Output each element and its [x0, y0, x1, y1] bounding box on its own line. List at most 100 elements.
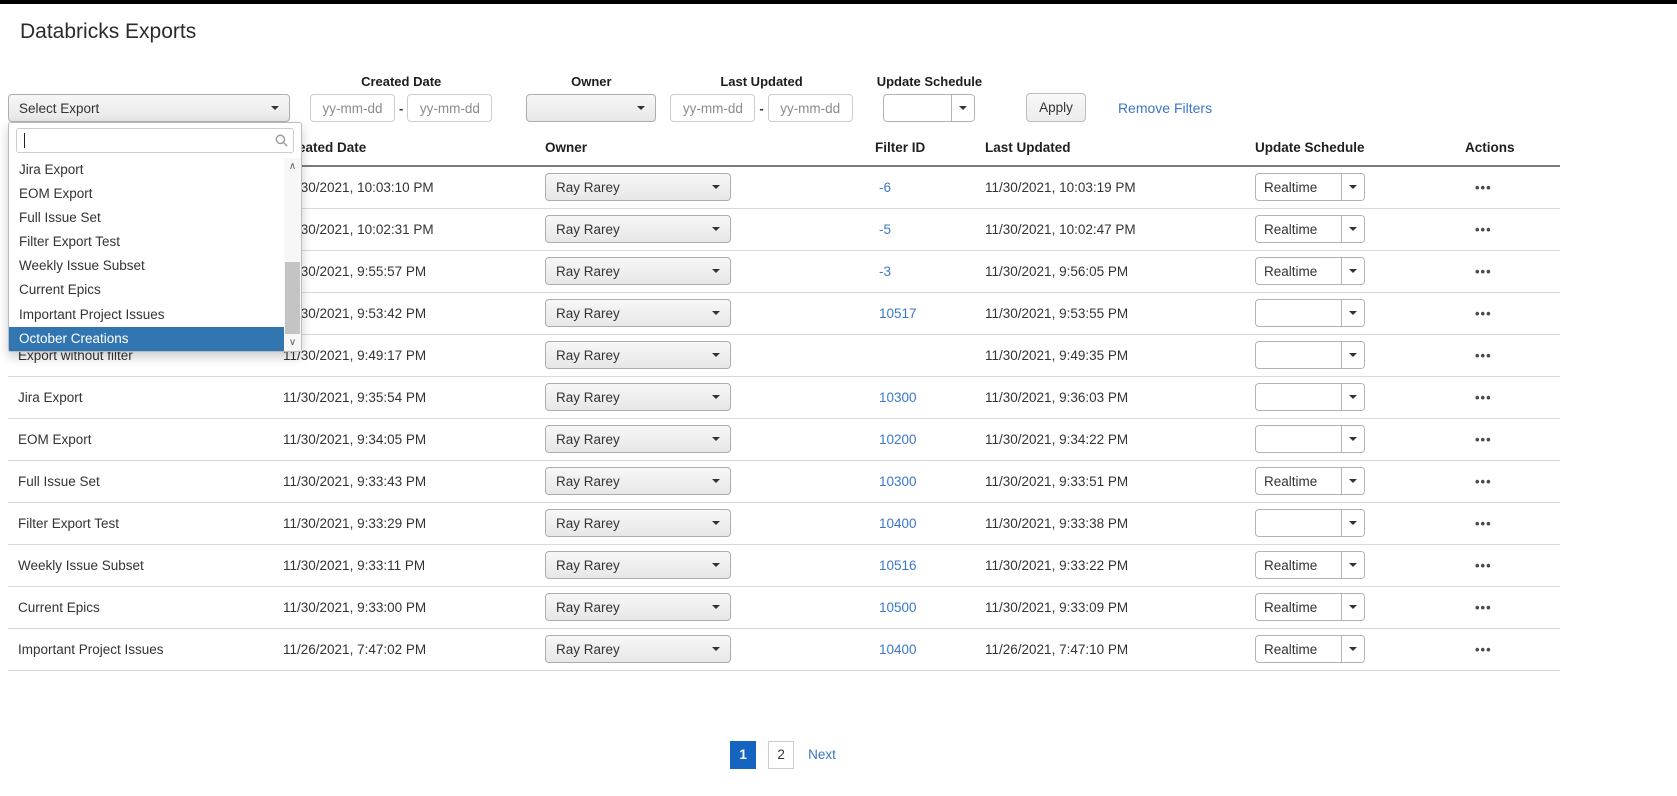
apply-button[interactable]: Apply	[1026, 93, 1086, 122]
export-name: Jira Export	[8, 376, 273, 418]
last-updated-to-input[interactable]	[768, 94, 853, 122]
text-cursor	[24, 133, 25, 148]
export-created-date: 11/26/2021, 7:47:02 PM	[273, 628, 535, 670]
filter-id-link[interactable]: 10200	[879, 432, 917, 447]
export-name: Filter Export Test	[8, 502, 273, 544]
filter-id-link[interactable]: 10300	[879, 474, 917, 489]
dropdown-search-input[interactable]	[16, 128, 294, 153]
owner-cell: Ray Rarey	[535, 418, 865, 460]
filter-id-link[interactable]: 10400	[879, 516, 917, 531]
screen-top-edge	[0, 0, 1677, 4]
actions-cell: •••	[1455, 376, 1560, 418]
chevron-down-icon	[712, 185, 720, 189]
row-schedule-select[interactable]: Realtime	[1255, 257, 1365, 285]
row-actions-button[interactable]: •••	[1475, 264, 1492, 279]
row-schedule-select[interactable]: Realtime	[1255, 551, 1365, 579]
row-actions-button[interactable]: •••	[1475, 600, 1492, 615]
owner-cell: Ray Rarey	[535, 544, 865, 586]
select-export-option[interactable]: Current Epics	[9, 278, 284, 302]
chevron-down-icon	[712, 521, 720, 525]
row-actions-button[interactable]: •••	[1475, 222, 1492, 237]
owner-cell: Ray Rarey	[535, 586, 865, 628]
created-date-to-input[interactable]	[407, 94, 492, 122]
schedule-cell: Realtime	[1245, 166, 1455, 208]
row-owner-select[interactable]: Ray Rarey	[545, 635, 731, 663]
filter-id-link[interactable]: 10517	[879, 306, 917, 321]
chevron-down-icon	[712, 395, 720, 399]
actions-cell: •••	[1455, 208, 1560, 250]
filter-id-cell: 10400	[865, 628, 975, 670]
select-export-option[interactable]: Jira Export	[9, 158, 284, 182]
schedule-cell: Realtime	[1245, 250, 1455, 292]
row-schedule-select[interactable]: Realtime	[1255, 467, 1365, 495]
row-owner-select[interactable]: Ray Rarey	[545, 467, 731, 495]
row-owner-select[interactable]: Ray Rarey	[545, 593, 731, 621]
select-export-option[interactable]: October Creations	[9, 327, 284, 351]
chevron-down-icon	[1341, 468, 1364, 494]
filter-id-cell: -3	[865, 250, 975, 292]
row-actions-button[interactable]: •••	[1475, 432, 1492, 447]
filter-id-link[interactable]: -6	[879, 180, 891, 195]
row-actions-button[interactable]: •••	[1475, 516, 1492, 531]
row-schedule-select[interactable]: Realtime	[1255, 593, 1365, 621]
filter-id-link[interactable]: 10400	[879, 642, 917, 657]
row-owner-select[interactable]: Ray Rarey	[545, 551, 731, 579]
dropdown-search	[16, 128, 294, 153]
filter-id-link[interactable]: 10500	[879, 600, 917, 615]
chevron-down-icon	[1341, 300, 1364, 326]
row-actions-button[interactable]: •••	[1475, 474, 1492, 489]
export-created-date: 11/30/2021, 9:33:43 PM	[273, 460, 535, 502]
select-export-option[interactable]: Weekly Issue Subset	[9, 254, 284, 278]
row-owner-select[interactable]: Ray Rarey	[545, 425, 731, 453]
row-schedule-select[interactable]: Realtime	[1255, 173, 1365, 201]
row-actions-button[interactable]: •••	[1475, 180, 1492, 195]
chevron-down-icon	[1341, 552, 1364, 578]
row-owner-select[interactable]: Ray Rarey	[545, 257, 731, 285]
row-schedule-select[interactable]	[1255, 341, 1365, 369]
export-created-date: 11/30/2021, 9:53:42 PM	[273, 292, 535, 334]
row-owner-select[interactable]: Ray Rarey	[545, 299, 731, 327]
row-owner-select[interactable]: Ray Rarey	[545, 341, 731, 369]
scroll-up-icon[interactable]: ∧	[284, 158, 301, 175]
scrollbar-thumb[interactable]	[285, 262, 300, 334]
export-last-updated: 11/30/2021, 9:33:09 PM	[975, 586, 1245, 628]
col-header-actions: Actions	[1455, 134, 1560, 166]
row-schedule-select[interactable]: Realtime	[1255, 215, 1365, 243]
row-actions-button[interactable]: •••	[1475, 558, 1492, 573]
page-button-2[interactable]: 2	[768, 741, 794, 769]
filter-id-link[interactable]: -5	[879, 222, 891, 237]
row-owner-select[interactable]: Ray Rarey	[545, 173, 731, 201]
select-export-option[interactable]: Filter Export Test	[9, 230, 284, 254]
row-owner-select[interactable]: Ray Rarey	[545, 215, 731, 243]
row-schedule-select[interactable]: Realtime	[1255, 635, 1365, 663]
row-actions-button[interactable]: •••	[1475, 642, 1492, 657]
row-schedule-select[interactable]	[1255, 383, 1365, 411]
row-schedule-select[interactable]	[1255, 299, 1365, 327]
select-export-option[interactable]: Important Project Issues	[9, 303, 284, 327]
row-actions-button[interactable]: •••	[1475, 348, 1492, 363]
select-export-option[interactable]: EOM Export	[9, 182, 284, 206]
select-export-option[interactable]: Full Issue Set	[9, 206, 284, 230]
filter-id-link[interactable]: 10516	[879, 558, 917, 573]
scroll-down-icon[interactable]: ∨	[284, 334, 301, 351]
filter-id-link[interactable]: -3	[879, 264, 891, 279]
owner-select[interactable]	[526, 94, 656, 122]
select-export-dropdown[interactable]: Select Export	[8, 94, 290, 122]
row-schedule-select[interactable]	[1255, 425, 1365, 453]
date-range-separator: -	[759, 101, 763, 116]
row-actions-button[interactable]: •••	[1475, 390, 1492, 405]
filter-id-link[interactable]: 10300	[879, 390, 917, 405]
remove-filters-link[interactable]: Remove Filters	[1118, 100, 1212, 116]
created-date-from-input[interactable]	[310, 94, 395, 122]
next-page-link[interactable]: Next	[808, 747, 836, 762]
row-schedule-select[interactable]	[1255, 509, 1365, 537]
update-schedule-select[interactable]	[883, 94, 975, 122]
actions-cell: •••	[1455, 586, 1560, 628]
filter-id-cell: 10517	[865, 292, 975, 334]
actions-cell: •••	[1455, 502, 1560, 544]
last-updated-from-input[interactable]	[670, 94, 755, 122]
row-actions-button[interactable]: •••	[1475, 306, 1492, 321]
page-button-1[interactable]: 1	[730, 741, 756, 769]
row-owner-select[interactable]: Ray Rarey	[545, 509, 731, 537]
row-owner-select[interactable]: Ray Rarey	[545, 383, 731, 411]
